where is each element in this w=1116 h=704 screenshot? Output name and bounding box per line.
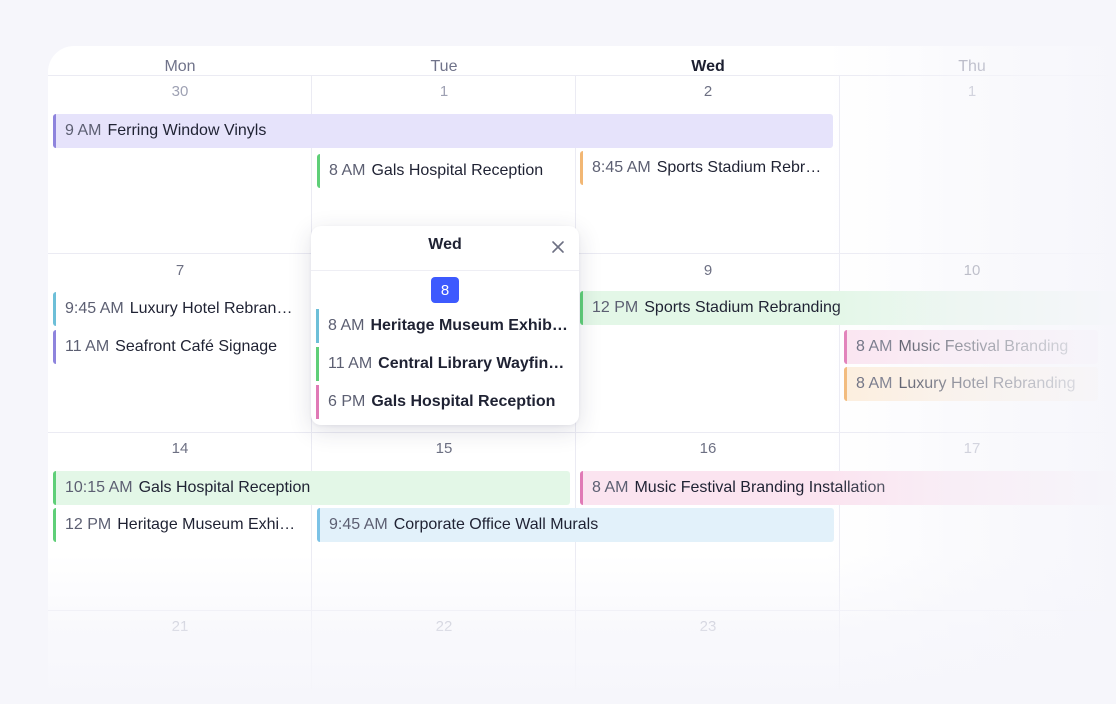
day-number[interactable]: 30 [48, 83, 312, 100]
day-number[interactable]: 16 [576, 440, 840, 457]
event-name: Seafront Café Signage [115, 338, 278, 355]
day-number[interactable]: 14 [48, 440, 312, 457]
grid-line [48, 432, 1116, 433]
close-button[interactable] [549, 238, 567, 256]
event-name: Sports Stadium Rebranding [644, 299, 841, 316]
day-number[interactable]: 15 [312, 440, 576, 457]
calendar-event[interactable]: 12 PM Heritage Museum Exhibition [53, 508, 307, 542]
event-time: 8 AM [592, 479, 629, 496]
day-header-mon: Mon [164, 58, 196, 75]
day-number[interactable]: 1 [312, 83, 576, 100]
calendar-event[interactable]: 8:45 AM Sports Stadium Rebranding [580, 151, 834, 185]
calendar-event[interactable]: 8 AM Music Festival Branding Installatio… [580, 471, 1116, 505]
event-name: Luxury Hotel Rebranding [129, 300, 299, 317]
event-time: 8 AM [329, 162, 366, 179]
popup-divider [311, 270, 579, 271]
event-name: Music Festival Branding Installation [634, 479, 886, 496]
event-time: 9 AM [65, 122, 102, 139]
event-time: 6 PM [328, 393, 366, 410]
event-time: 11 AM [328, 355, 373, 372]
day-number[interactable]: 7 [48, 262, 312, 279]
popup-title: Wed [428, 236, 462, 253]
grid-line [48, 610, 1116, 611]
event-name: Music Festival Branding [898, 338, 1069, 355]
day-number[interactable]: 1 [840, 83, 1104, 100]
event-time: 10:15 AM [65, 479, 133, 496]
popup-event[interactable]: 6 PM Gals Hospital Reception [316, 385, 570, 419]
day-number[interactable]: 9 [576, 262, 840, 279]
event-time: 8:45 AM [592, 159, 651, 176]
grid-line [48, 253, 1116, 254]
event-name: Ferring Window Vinyls [107, 122, 267, 139]
event-time: 9:45 AM [329, 516, 388, 533]
popup-date-badge: 8 [431, 277, 459, 303]
event-name: Corporate Office Wall Murals [393, 516, 599, 533]
event-time: 12 PM [65, 516, 112, 533]
grid-line [48, 75, 1116, 76]
event-name: Heritage Museum Exhibition [117, 516, 299, 533]
calendar-event[interactable]: 12 PM Sports Stadium Rebranding [580, 291, 1116, 325]
calendar-month-view: Mon Tue Wed Thu 30 1 2 1 7 9 10 14 15 16… [48, 46, 1116, 704]
calendar-event[interactable]: 9 AM Ferring Window Vinyls [53, 114, 833, 148]
event-time: 8 AM [328, 317, 365, 334]
event-name: Central Library Wayfinding [378, 355, 570, 372]
event-name: Gals Hospital Reception [371, 393, 556, 410]
event-name: Sports Stadium Rebranding [656, 159, 826, 176]
event-name: Gals Hospital Reception [371, 162, 544, 179]
calendar-event[interactable]: 9:45 AM Corporate Office Wall Murals [317, 508, 834, 542]
day-number[interactable]: 22 [312, 618, 576, 635]
day-header-thu: Thu [958, 58, 986, 75]
day-number[interactable]: 21 [48, 618, 312, 635]
day-number[interactable]: 10 [840, 262, 1104, 279]
day-header-wed: Wed [691, 58, 725, 75]
day-number[interactable]: 17 [840, 440, 1104, 457]
event-name: Luxury Hotel Rebranding [898, 375, 1076, 392]
popup-event[interactable]: 8 AM Heritage Museum Exhibition [316, 309, 570, 343]
day-number[interactable]: 2 [576, 83, 840, 100]
event-time: 8 AM [856, 338, 893, 355]
close-icon [552, 241, 564, 253]
event-time: 9:45 AM [65, 300, 124, 317]
event-time: 12 PM [592, 299, 639, 316]
day-number[interactable]: 23 [576, 618, 840, 635]
day-events-popup: Wed 8 8 AM Heritage Museum Exhibition 11… [311, 226, 579, 425]
day-header-tue: Tue [430, 58, 458, 75]
calendar-event[interactable]: 11 AM Seafront Café Signage [53, 330, 307, 364]
calendar-event[interactable]: 8 AM Music Festival Branding [844, 330, 1098, 364]
calendar-event[interactable]: 8 AM Gals Hospital Reception [317, 154, 571, 188]
calendar-event[interactable]: 8 AM Luxury Hotel Rebranding [844, 367, 1098, 401]
calendar-event[interactable]: 9:45 AM Luxury Hotel Rebranding [53, 292, 307, 326]
event-time: 11 AM [65, 338, 110, 355]
calendar-event[interactable]: 10:15 AM Gals Hospital Reception [53, 471, 570, 505]
event-name: Heritage Museum Exhibition [370, 317, 570, 334]
event-time: 8 AM [856, 375, 893, 392]
popup-event[interactable]: 11 AM Central Library Wayfinding [316, 347, 570, 381]
event-name: Gals Hospital Reception [138, 479, 311, 496]
